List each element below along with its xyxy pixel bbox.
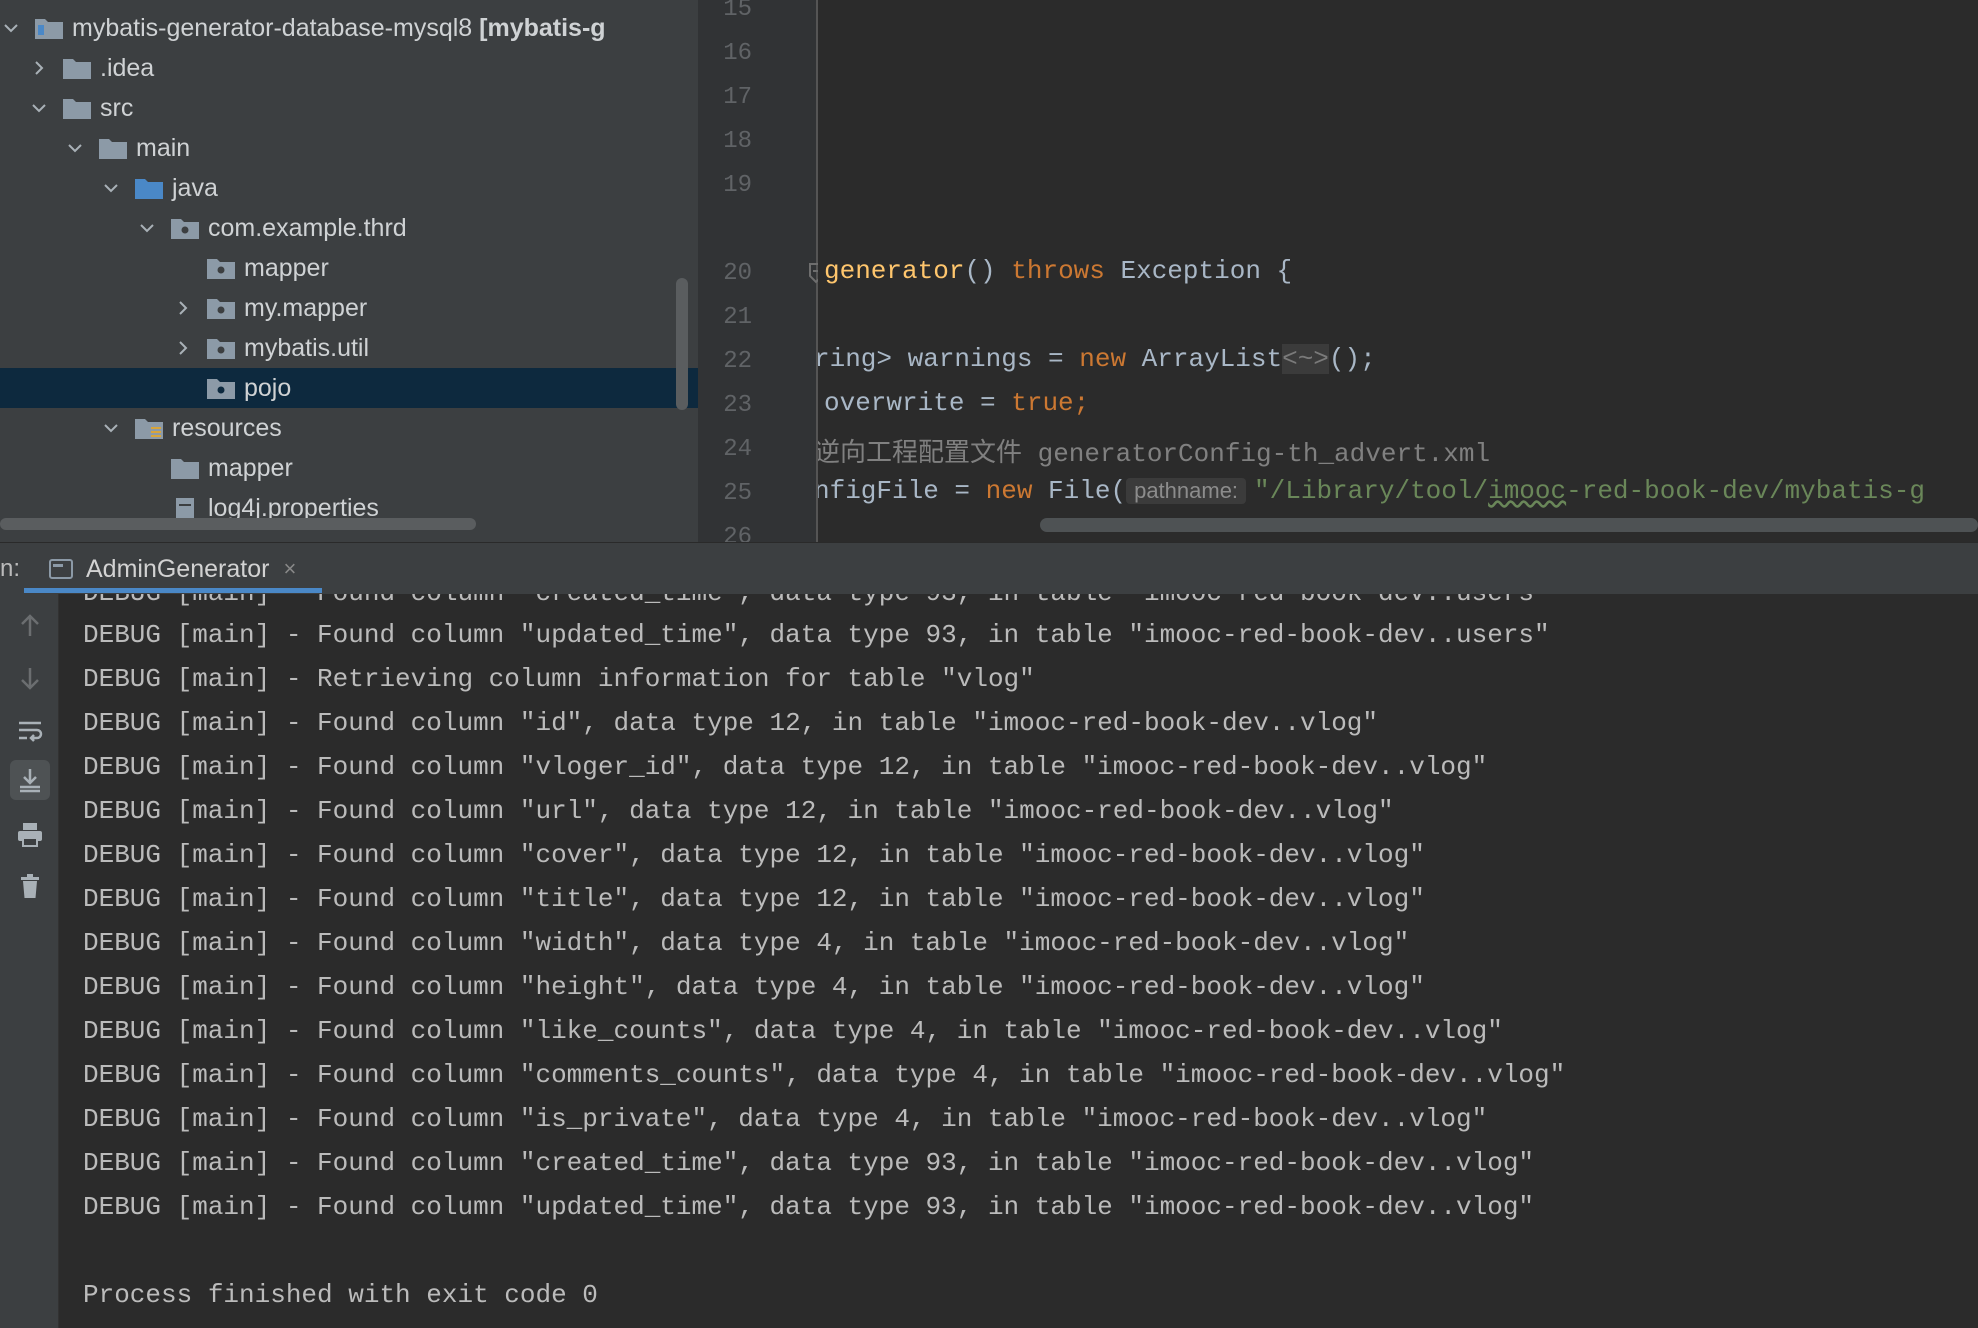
line-number: 21: [723, 304, 752, 331]
source-folder-icon: [135, 179, 163, 199]
print-icon[interactable]: [10, 814, 50, 854]
tree-item-label: src: [100, 93, 134, 122]
trash-icon[interactable]: [10, 866, 50, 906]
chevron-right-icon[interactable]: [172, 297, 194, 319]
package-icon: [207, 259, 235, 279]
chevron-right-icon[interactable]: [172, 337, 194, 359]
tree-item-main[interactable]: main: [0, 128, 698, 168]
up-arrow-icon[interactable]: [10, 606, 50, 646]
tree-item-label: resources: [172, 413, 282, 442]
tree-vertical-scrollbar[interactable]: [676, 278, 688, 410]
folder-icon: [171, 459, 199, 479]
process-exit-message: Process finished with exit code 0: [83, 1280, 598, 1310]
soft-wrap-icon[interactable]: [10, 710, 50, 750]
tree-item-src[interactable]: src: [0, 88, 698, 128]
console-line: DEBUG [main] - Found column "is_private"…: [83, 1104, 1488, 1134]
chevron-down-icon[interactable]: [28, 97, 50, 119]
tree-item-label: mybatis-generator-database-mysql8 [mybat…: [72, 13, 606, 42]
tree-item-label: .idea: [100, 53, 155, 82]
console-line: DEBUG [main] - Found column "url", data …: [83, 796, 1394, 826]
line-number: 20: [723, 260, 752, 287]
tree-item-label: my.mapper: [244, 293, 368, 322]
module-folder-icon: [35, 19, 63, 39]
code-editor[interactable]: generator() throws Exception { ring> war…: [818, 0, 1978, 542]
tree-item-mapper-package[interactable]: mapper: [0, 248, 698, 288]
active-tab-indicator: [24, 588, 322, 593]
console-line: DEBUG [main] - Found column "like_counts…: [83, 1016, 1503, 1046]
tree-item-label: mapper: [244, 253, 329, 282]
tree-item-label: mybatis.util: [244, 333, 370, 362]
code-line-20: generator() throws Exception {: [824, 256, 1293, 286]
tree-item-java[interactable]: java: [0, 168, 698, 208]
console-line: DEBUG [main] - Found column "vloger_id",…: [83, 752, 1488, 782]
editor-horizontal-scrollbar[interactable]: [1040, 518, 1978, 532]
console-line: DEBUG [main] - Found column "title", dat…: [83, 884, 1425, 914]
line-number: 15: [723, 0, 752, 23]
resources-folder-icon: [135, 419, 163, 439]
run-toolbar: [0, 594, 59, 1328]
package-icon: [207, 299, 235, 319]
line-number: 25: [723, 480, 752, 507]
line-number: 26: [723, 524, 752, 542]
chevron-down-icon[interactable]: [64, 137, 86, 159]
line-number: 24: [723, 436, 752, 463]
down-arrow-icon[interactable]: [10, 658, 50, 698]
tab-label: AdminGenerator: [86, 554, 270, 583]
tree-item-idea[interactable]: .idea: [0, 48, 698, 88]
console-line: DEBUG [main] - Found column "height", da…: [83, 972, 1425, 1002]
tree-item-label: java: [172, 173, 218, 202]
code-line-23: overwrite = true;: [824, 388, 1090, 418]
console-output[interactable]: DEBUG [main] - Found column "created_tim…: [59, 594, 1978, 1328]
chevron-down-icon[interactable]: [0, 17, 22, 39]
package-icon: [171, 219, 199, 239]
tree-horizontal-scrollbar[interactable]: [0, 518, 476, 530]
console-line: DEBUG [main] - Found column "updated_tim…: [83, 1192, 1535, 1222]
line-number: 23: [723, 392, 752, 419]
package-icon: [207, 339, 235, 359]
project-tree-panel: mybatis-generator-database-mysql8 [mybat…: [0, 0, 698, 542]
close-icon[interactable]: ×: [283, 556, 296, 582]
tree-item-mapper-folder[interactable]: mapper: [0, 448, 698, 488]
folder-icon: [99, 139, 127, 159]
line-number: 18: [723, 128, 752, 155]
chevron-down-icon[interactable]: [100, 417, 122, 439]
scroll-to-end-icon[interactable]: [10, 760, 50, 800]
package-icon: [207, 379, 235, 399]
console-line: DEBUG [main] - Found column "width", dat…: [83, 928, 1410, 958]
folder-icon: [63, 99, 91, 119]
tree-item-mybatis-util[interactable]: mybatis.util: [0, 328, 698, 368]
line-number: 16: [723, 40, 752, 67]
console-line: DEBUG [main] - Found column "updated_tim…: [83, 620, 1550, 650]
code-line-22: ring> warnings = new ArrayList<~>();: [818, 344, 1376, 374]
console-line: DEBUG [main] - Found column "created_tim…: [83, 594, 1550, 608]
tree-item-resources[interactable]: resources: [0, 408, 698, 448]
chevron-down-icon[interactable]: [136, 217, 158, 239]
console-icon: [49, 559, 73, 579]
console-line: DEBUG [main] - Retrieving column informa…: [83, 664, 1035, 694]
tree-item-label: com.example.thrd: [208, 213, 407, 242]
tree-item-my-mapper[interactable]: my.mapper: [0, 288, 698, 328]
folder-icon: [63, 59, 91, 79]
line-number: 17: [723, 84, 752, 111]
run-panel-title: n:: [0, 555, 21, 582]
tree-item-label: mapper: [208, 453, 293, 482]
console-line: DEBUG [main] - Found column "cover", dat…: [83, 840, 1425, 870]
tree-item-com-example-thrd[interactable]: com.example.thrd: [0, 208, 698, 248]
chevron-right-icon[interactable]: [28, 57, 50, 79]
code-line-24-comment: 逆向工程配置文件 generatorConfig-th_advert.xml: [818, 439, 1491, 469]
chevron-down-icon[interactable]: [100, 177, 122, 199]
properties-file-icon: [176, 498, 194, 520]
code-line-25: nfigFile = new File(pathname: "/Library/t…: [818, 476, 1925, 506]
line-number: 19: [723, 172, 752, 199]
tree-item-label: pojo: [244, 373, 292, 402]
tree-item-project-root[interactable]: mybatis-generator-database-mysql8 [mybat…: [0, 8, 670, 48]
line-number: 22: [723, 348, 752, 375]
tree-item-label: main: [136, 133, 191, 162]
console-line: DEBUG [main] - Found column "created_tim…: [83, 1148, 1535, 1178]
tree-item-pojo[interactable]: pojo: [0, 368, 698, 408]
editor-gutter: 15 16 17 18 19 20 21 22 23 24 25 26: [698, 0, 816, 542]
parameter-hint: pathname:: [1126, 478, 1247, 504]
console-line: DEBUG [main] - Found column "comments_co…: [83, 1060, 1566, 1090]
console-line: DEBUG [main] - Found column "id", data t…: [83, 708, 1379, 738]
